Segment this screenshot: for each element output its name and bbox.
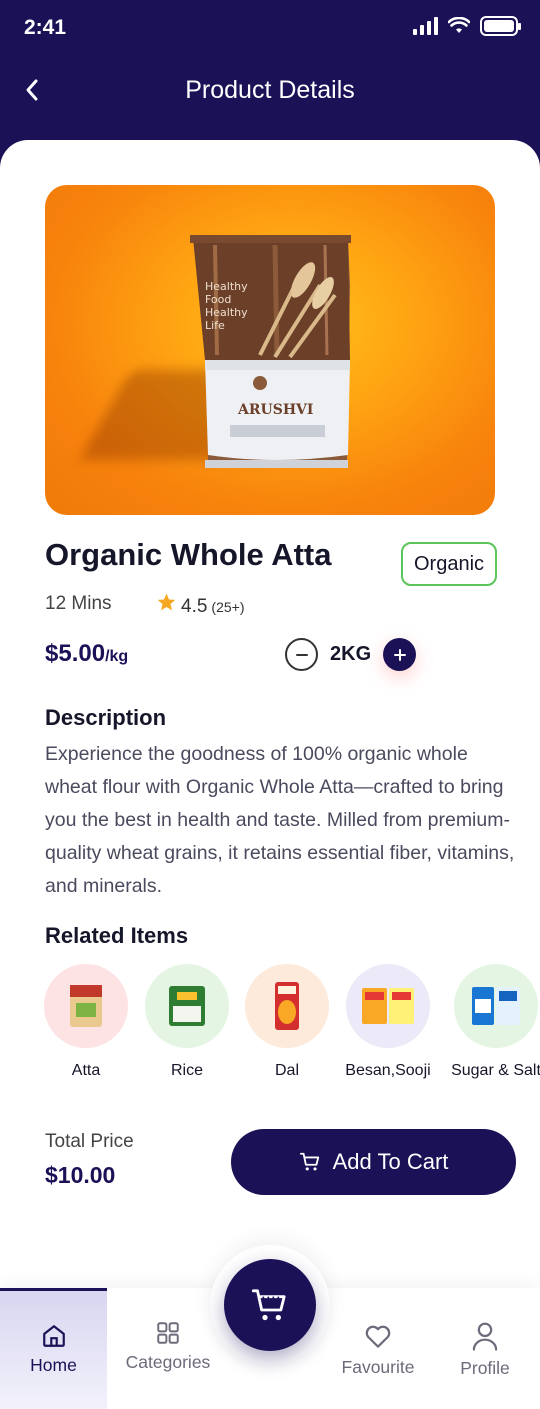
heart-icon: [365, 1325, 391, 1348]
rating-count: (25+): [211, 599, 245, 615]
related-item-label: Besan,Sooji: [345, 1062, 431, 1079]
related-item-label: Sugar & Salt: [451, 1062, 540, 1079]
related-items-heading: Related Items: [45, 923, 189, 948]
quantity-value: 2KG: [330, 643, 372, 665]
content-sheet: Healthy Food Healthy Life ARUSHVI Organi…: [0, 140, 540, 1409]
rating: 4.5 (25+): [156, 592, 245, 618]
svg-text:Life: Life: [205, 319, 225, 332]
description-heading: Description: [45, 705, 167, 730]
related-item-label: Rice: [170, 1062, 203, 1079]
increase-quantity-button[interactable]: [383, 638, 417, 671]
related-item-sugar-salt[interactable]: Sugar & Salt: [446, 964, 540, 1080]
page-title: Product Details: [185, 76, 355, 104]
nav-favourite[interactable]: Favourite: [328, 1288, 428, 1409]
organic-badge: Organic: [401, 542, 497, 586]
related-item-rice[interactable]: Rice: [137, 964, 237, 1080]
nav-profile[interactable]: Profile: [435, 1288, 535, 1409]
quantity-stepper: 2KG: [285, 638, 417, 671]
nav-home-label: Home: [30, 1355, 77, 1375]
add-to-cart-button[interactable]: Add To Cart: [231, 1129, 516, 1195]
rating-value: 4.5: [181, 596, 208, 617]
total-price-label: Total Price: [45, 1131, 134, 1152]
minus-icon: [295, 653, 308, 656]
decrease-quantity-button[interactable]: [285, 638, 318, 671]
home-icon: [42, 1325, 65, 1347]
unit-price: $5.00/kg: [45, 640, 128, 668]
related-item-besan-sooji[interactable]: Besan,Sooji: [338, 964, 438, 1080]
signal-icon: [413, 17, 438, 35]
status-bar: 2:41: [0, 0, 540, 56]
nav-categories-label: Categories: [125, 1352, 211, 1372]
status-icons: [413, 16, 521, 36]
price-value: $5.00: [45, 640, 106, 667]
cart-icon: [251, 1289, 286, 1321]
cart-fab-button[interactable]: [224, 1259, 316, 1351]
cart-icon: [299, 1152, 319, 1171]
status-time: 2:41: [24, 16, 67, 39]
delivery-time: 12 Mins: [45, 593, 112, 614]
svg-text:Healthy: Healthy: [205, 306, 248, 319]
plus-icon: [393, 648, 406, 661]
header: Product Details: [0, 56, 540, 132]
nav-home[interactable]: Home: [0, 1288, 107, 1409]
nav-profile-label: Profile: [460, 1358, 510, 1378]
battery-icon: [480, 16, 521, 36]
star-icon: [157, 593, 176, 611]
related-item-atta[interactable]: Atta: [36, 964, 136, 1080]
besan-sooji-thumbnail: [346, 964, 430, 1048]
svg-text:ARUSHVI: ARUSHVI: [237, 402, 313, 418]
related-item-label: Atta: [71, 1062, 101, 1079]
add-to-cart-label: Add To Cart: [332, 1149, 449, 1174]
dal-thumbnail: [245, 964, 329, 1048]
nav-categories[interactable]: Categories: [112, 1288, 224, 1409]
related-item-dal[interactable]: Dal: [237, 964, 337, 1080]
description-text: Experience the goodness of 100% organic …: [45, 743, 515, 897]
total-price-value: $10.00: [45, 1162, 116, 1188]
wifi-icon: [448, 17, 470, 33]
svg-text:Food: Food: [205, 293, 231, 306]
atta-thumbnail: [44, 964, 128, 1048]
nav-favourite-label: Favourite: [341, 1357, 415, 1377]
grid-icon: [157, 1322, 179, 1344]
product-image: Healthy Food Healthy Life ARUSHVI: [45, 185, 495, 515]
sugar-salt-thumbnail: [454, 964, 538, 1048]
svg-text:Healthy: Healthy: [205, 280, 248, 293]
rice-thumbnail: [145, 964, 229, 1048]
related-item-label: Dal: [274, 1062, 299, 1079]
price-unit: /kg: [105, 648, 129, 665]
product-name: Organic Whole Atta: [45, 537, 332, 572]
user-icon: [472, 1322, 498, 1351]
